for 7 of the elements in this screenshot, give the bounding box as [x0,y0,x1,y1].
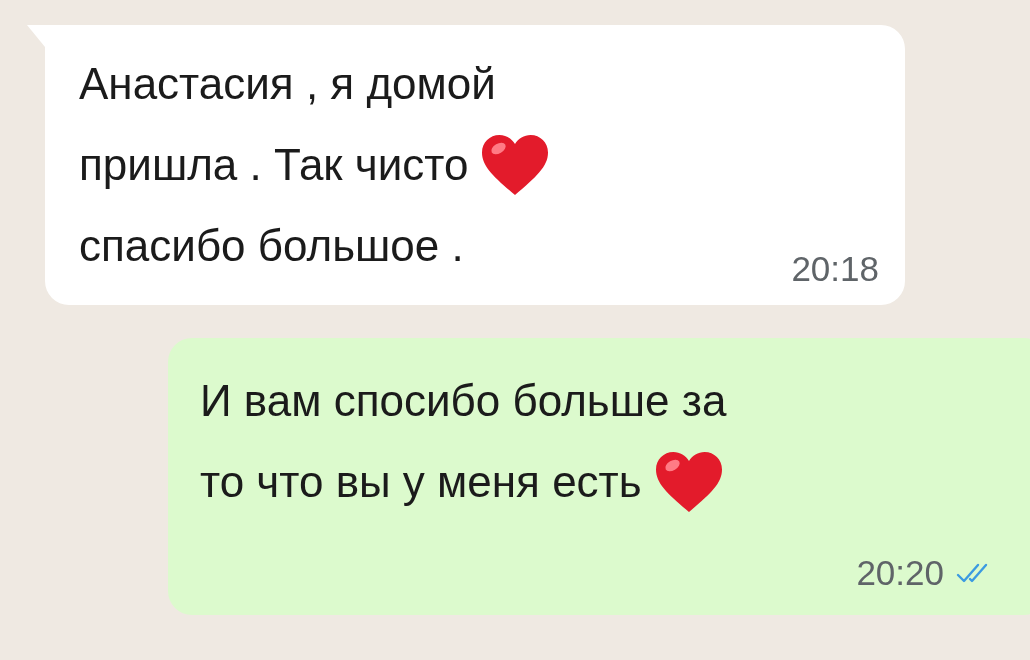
message-text: то что вы у меня есть [200,456,642,507]
message-time: 20:20 [856,553,944,593]
message-text: пришла . Так чисто [79,139,469,190]
message-text: И вам спосибо больше за [200,375,727,426]
message-text: Анастасия , я домой [79,58,496,109]
message-time: 20:18 [791,249,879,289]
message-text: спасибо большое . [79,220,464,271]
